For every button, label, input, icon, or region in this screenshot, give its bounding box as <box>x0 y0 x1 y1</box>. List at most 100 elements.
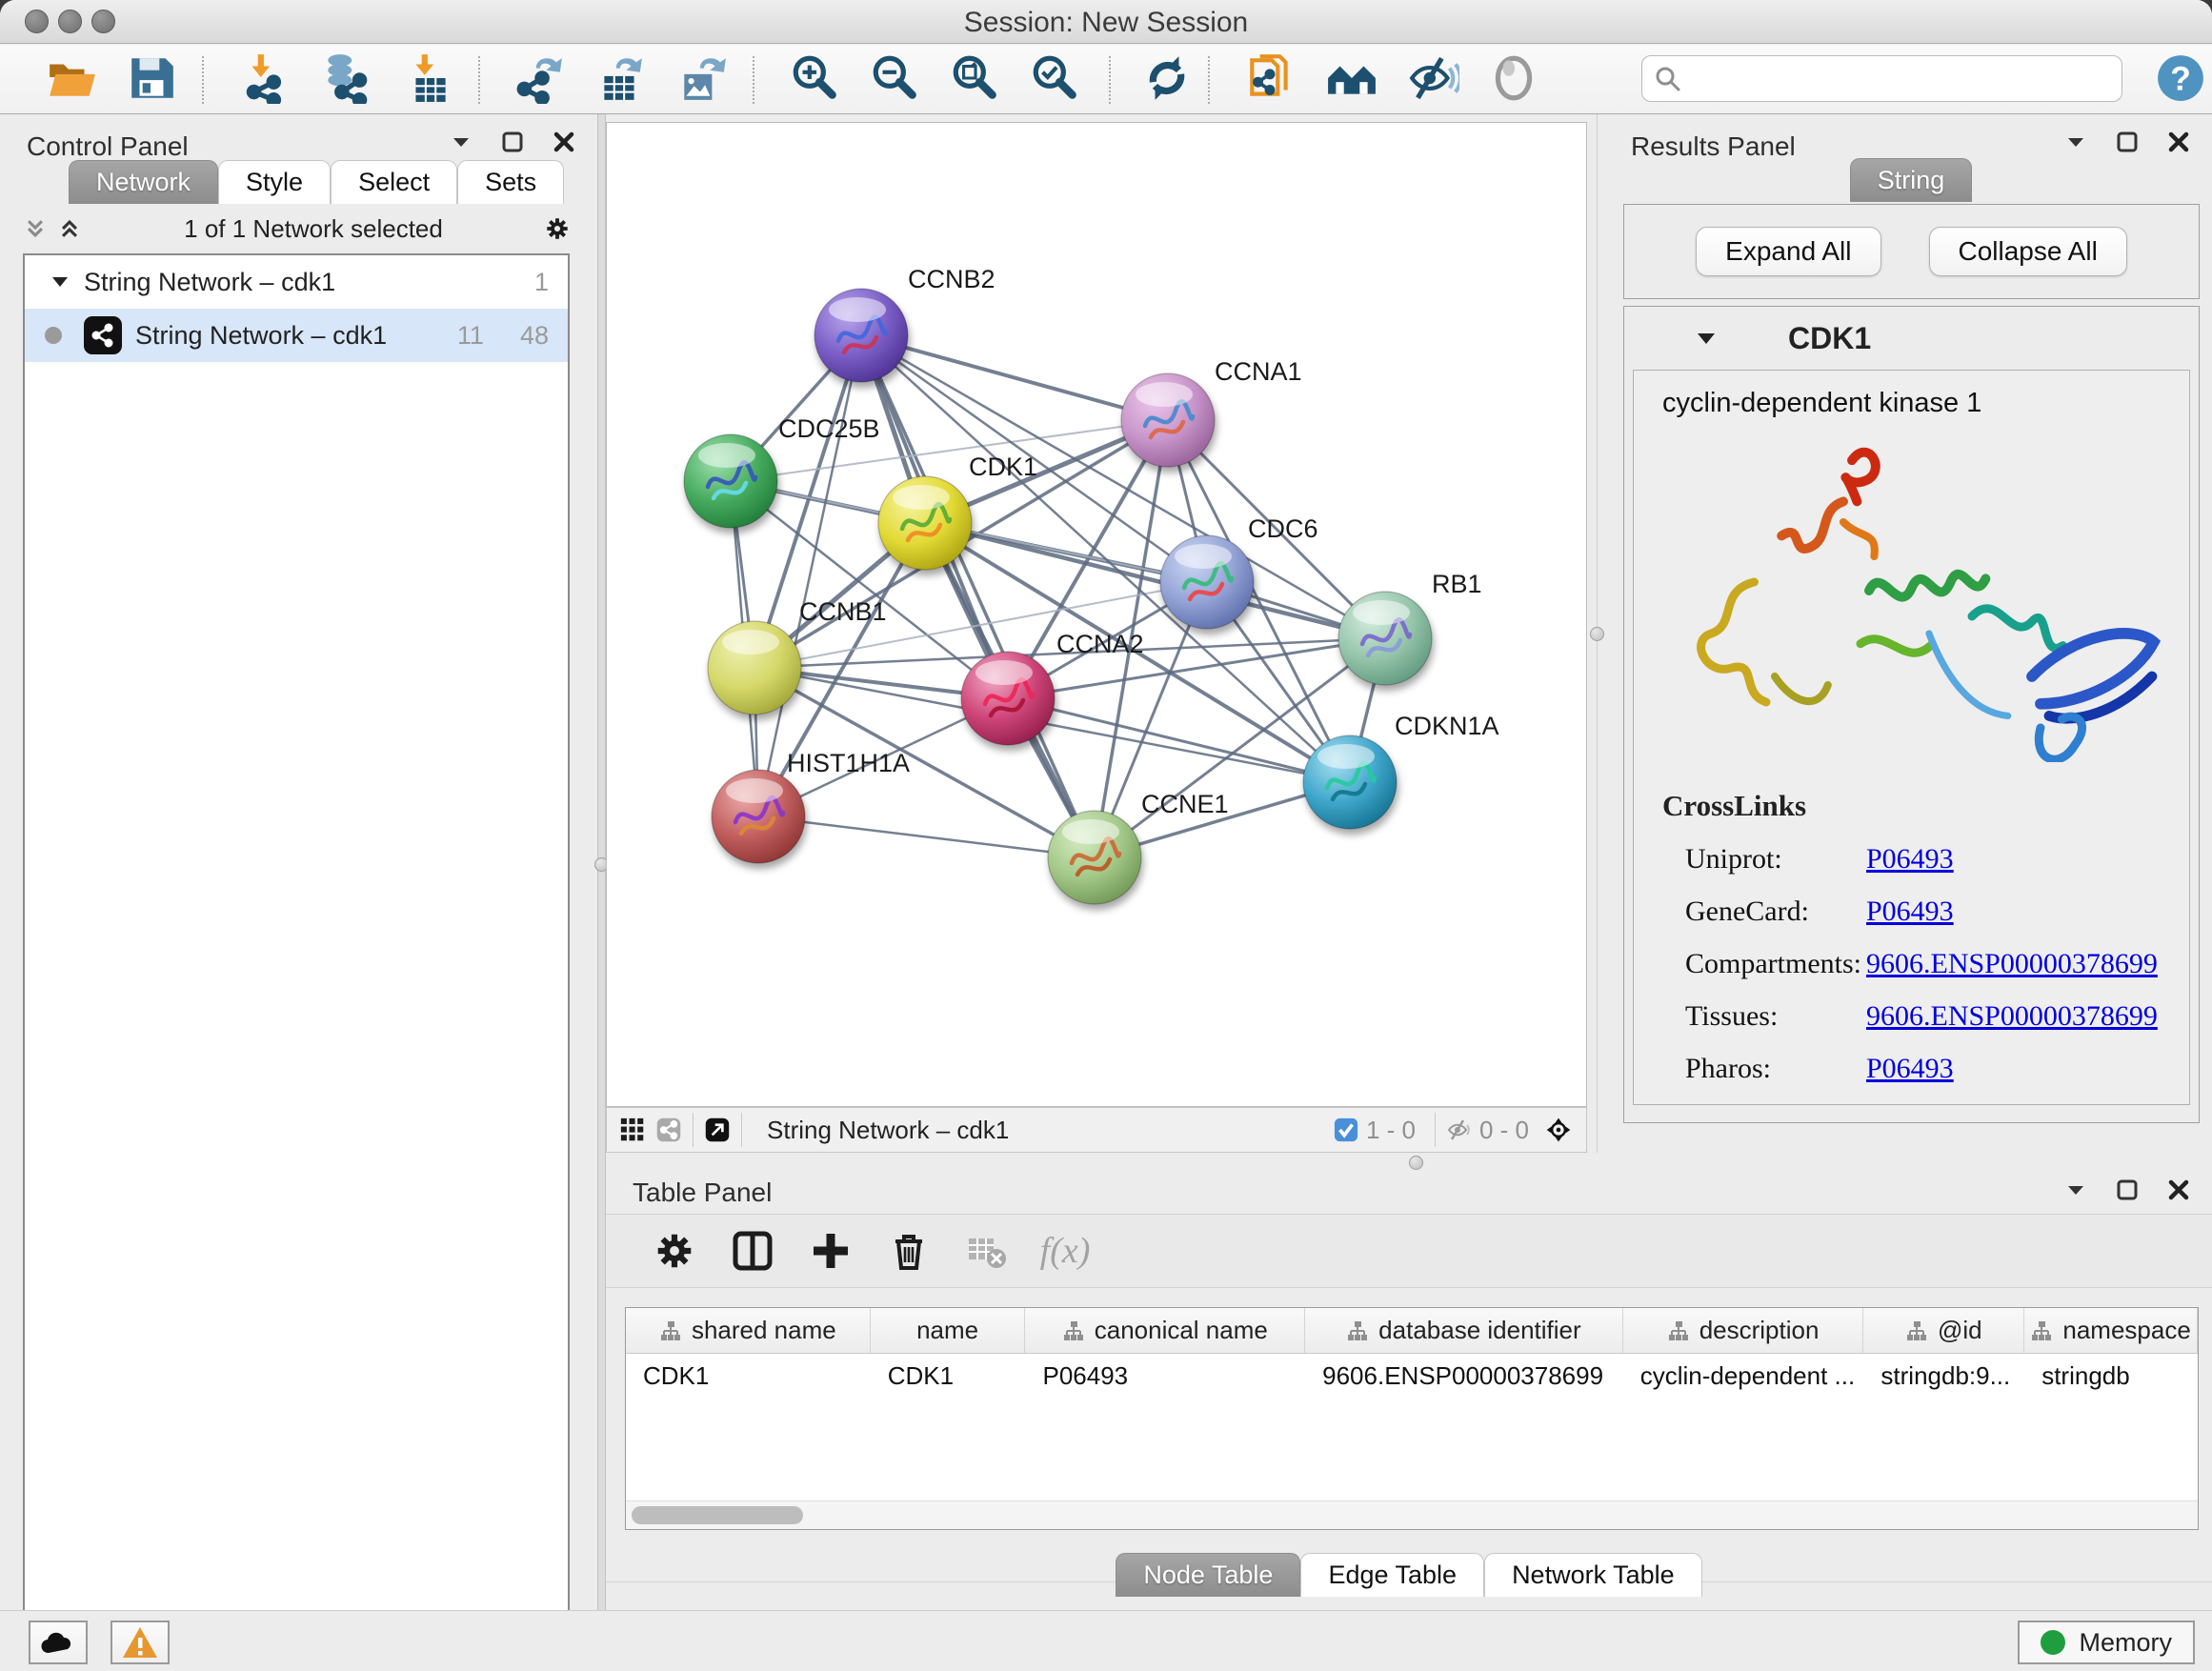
import-network-from-file-icon[interactable] <box>240 52 292 104</box>
close-panel-icon[interactable] <box>2166 1178 2191 1202</box>
right-splitter-handle[interactable] <box>1590 627 1604 641</box>
show-columns-icon[interactable] <box>728 1226 777 1276</box>
import-table-from-file-icon[interactable] <box>404 52 455 104</box>
right-splitter[interactable] <box>1587 114 1610 1153</box>
horizontal-splitter-handle[interactable] <box>1409 1156 1423 1170</box>
zoom-fit-icon[interactable] <box>949 52 1000 104</box>
column-header-canonical-name[interactable]: canonical name <box>1025 1308 1305 1353</box>
column-header-shared-name[interactable]: shared name <box>626 1308 871 1353</box>
crosslink-link[interactable]: 9606.ENSP00000378699 <box>1866 948 2158 980</box>
search-input[interactable] <box>1690 63 2122 94</box>
network-options-gear-icon[interactable] <box>545 216 570 241</box>
network-from-clipboard-icon[interactable] <box>1244 52 1296 104</box>
column-header-@id[interactable]: @id <box>1863 1308 2024 1353</box>
crosslink-link[interactable]: 9606.ENSP00000378699 <box>1866 1000 2158 1033</box>
tab-string[interactable]: String <box>1850 158 1973 202</box>
save-session-icon[interactable] <box>126 52 177 104</box>
tab-select[interactable]: Select <box>331 160 457 204</box>
cloud-button[interactable] <box>29 1621 88 1664</box>
float-panel-icon[interactable] <box>500 130 525 154</box>
collapse-panel-icon[interactable] <box>2063 1178 2088 1202</box>
birds-eye-view-icon[interactable] <box>1546 1117 1571 1142</box>
float-panel-icon[interactable] <box>2115 1178 2140 1202</box>
zoom-out-icon[interactable] <box>869 52 920 104</box>
tab-style[interactable]: Style <box>218 160 331 204</box>
network-collection-row[interactable]: String Network – cdk1 1 <box>25 255 568 309</box>
zoom-in-icon[interactable] <box>789 52 840 104</box>
crosslink-link[interactable]: P06493 <box>1866 896 1954 928</box>
add-column-icon[interactable] <box>806 1226 855 1276</box>
network-node-ccna1[interactable] <box>1121 373 1215 467</box>
tab-network-table[interactable]: Network Table <box>1484 1553 1702 1597</box>
tab-edge-table[interactable]: Edge Table <box>1300 1553 1484 1597</box>
detach-view-icon[interactable] <box>705 1117 730 1142</box>
network-node-cdkn1a[interactable] <box>1303 735 1397 829</box>
open-session-icon[interactable] <box>46 52 97 104</box>
collapse-panel-icon[interactable] <box>449 130 473 154</box>
expand-all-button[interactable]: Expand All <box>1696 227 1880 276</box>
column-header-name[interactable]: name <box>871 1308 1026 1353</box>
gene-section-header[interactable]: CDK1 <box>1624 307 2199 370</box>
function-builder-icon[interactable]: f(x) <box>1040 1226 1090 1276</box>
network-node-ccnb2[interactable] <box>814 289 908 382</box>
delete-table-icon[interactable] <box>962 1226 1012 1276</box>
export-network-icon[interactable] <box>514 52 566 104</box>
close-panel-icon[interactable] <box>2166 130 2191 154</box>
collapse-all-button[interactable]: Collapse All <box>1929 227 2127 276</box>
column-header-description[interactable]: description <box>1623 1308 1864 1353</box>
network-node-cdc6[interactable] <box>1160 535 1254 629</box>
grid-view-icon[interactable] <box>620 1117 645 1142</box>
tab-sets[interactable]: Sets <box>457 160 564 204</box>
selected-checkbox-icon[interactable] <box>1334 1117 1358 1142</box>
table-cell[interactable]: stringdb:9... <box>1863 1354 2024 1398</box>
network-node-cdk1[interactable] <box>878 476 972 570</box>
table-horizontal-scrollbar[interactable] <box>626 1500 2198 1529</box>
network-edge[interactable] <box>758 816 1095 857</box>
collection-expand-triangle-icon[interactable] <box>50 272 70 292</box>
table-cell[interactable]: CDK1 <box>626 1354 871 1398</box>
network-view-type-icon[interactable] <box>656 1117 681 1142</box>
table-cell[interactable]: stringdb <box>2024 1354 2198 1398</box>
crosslink-link[interactable]: P06493 <box>1866 1053 1954 1085</box>
network-node-ccna2[interactable] <box>961 652 1055 745</box>
left-splitter[interactable] <box>597 114 606 1610</box>
column-header-database-identifier[interactable]: database identifier <box>1305 1308 1623 1353</box>
eye-icon[interactable] <box>1488 52 1539 104</box>
table-settings-gear-icon[interactable] <box>650 1226 699 1276</box>
network-node-ccne1[interactable] <box>1048 811 1141 904</box>
float-panel-icon[interactable] <box>2115 130 2140 154</box>
collapse-all-networks-icon[interactable] <box>57 216 82 241</box>
network-node-rb1[interactable] <box>1338 592 1432 685</box>
export-table-icon[interactable] <box>594 52 646 104</box>
export-image-icon[interactable] <box>676 52 728 104</box>
network-edge[interactable] <box>758 335 861 816</box>
refresh-network-view-icon[interactable] <box>1141 52 1193 104</box>
crosslink-link[interactable]: P06493 <box>1866 843 1954 876</box>
eye-slash-icon[interactable] <box>1408 52 1459 104</box>
network-node-hist1h1a[interactable] <box>712 770 805 863</box>
column-header-namespace[interactable]: namespace <box>2024 1308 2198 1353</box>
network-node-cdc25b[interactable] <box>684 434 777 528</box>
gene-collapse-triangle-icon[interactable] <box>1695 327 1718 350</box>
help-icon[interactable]: ? <box>2155 52 2206 104</box>
collapse-panel-icon[interactable] <box>2063 130 2088 154</box>
delete-column-icon[interactable] <box>884 1226 934 1276</box>
network-node-ccnb1[interactable] <box>708 621 801 715</box>
network-row[interactable]: String Network – cdk1 11 48 <box>25 309 568 362</box>
table-cell[interactable]: CDK1 <box>871 1354 1026 1398</box>
network-canvas[interactable]: CCNB2CCNA1CDC25BCDK1CDC6RB1CCNB1CCNA2CDK… <box>606 122 1587 1107</box>
expand-all-networks-icon[interactable] <box>23 216 48 241</box>
table-row[interactable]: CDK1CDK1P064939606.ENSP00000378699cyclin… <box>626 1354 2198 1398</box>
table-cell[interactable]: P06493 <box>1026 1354 1306 1398</box>
tab-network[interactable]: Network <box>69 160 218 204</box>
memory-button[interactable]: Memory <box>2018 1621 2195 1664</box>
import-network-from-database-icon[interactable] <box>320 52 372 104</box>
hidden-eye-slash-icon[interactable] <box>1447 1117 1472 1142</box>
houses-icon[interactable] <box>1326 52 1377 104</box>
zoom-selected-icon[interactable] <box>1029 52 1080 104</box>
warnings-button[interactable] <box>111 1621 170 1664</box>
tab-node-table[interactable]: Node Table <box>1116 1553 1300 1597</box>
network-edge[interactable] <box>861 335 1095 857</box>
table-cell[interactable]: cyclin-dependent ... <box>1623 1354 1864 1398</box>
table-cell[interactable]: 9606.ENSP00000378699 <box>1305 1354 1623 1398</box>
